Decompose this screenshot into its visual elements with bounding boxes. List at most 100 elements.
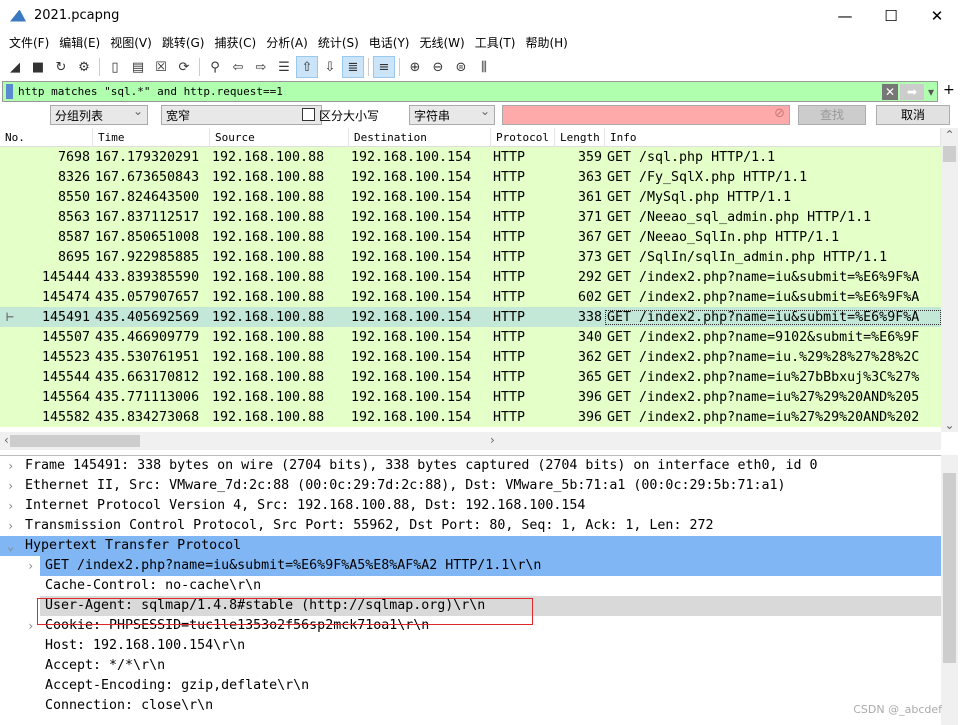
column-header[interactable]: Length xyxy=(555,128,605,147)
menu-item[interactable]: 电话(Y) xyxy=(364,34,415,51)
case-sensitive-checkbox[interactable] xyxy=(302,108,315,121)
clear-filter-button[interactable]: ✕ xyxy=(881,83,898,100)
packet-row[interactable]: 145544 435.663170812 192.168.100.88 192.168… xyxy=(0,367,941,387)
detail-item[interactable]: Host: 192.168.100.154\r\n xyxy=(0,636,941,656)
zoom-out-icon[interactable]: ⊖ xyxy=(427,56,449,78)
shark-fin-start-icon[interactable]: ◢ xyxy=(4,56,26,78)
last-packet-icon[interactable]: ⇩ xyxy=(319,56,341,78)
zoom-in-icon[interactable]: ⊕ xyxy=(404,56,426,78)
display-filter-input[interactable]: http matches "sql.*" and http.request==1 xyxy=(18,85,882,98)
packet-list-vertical-scrollbar[interactable]: ⌃ ⌄ xyxy=(941,128,958,432)
search-scope-select[interactable]: 分组列表 xyxy=(50,104,148,125)
filter-history-dropdown[interactable]: ▾ xyxy=(928,85,934,99)
packet-row[interactable]: 145564 435.771113006 192.168.100.88 192.168… xyxy=(0,387,941,407)
packet-row[interactable]: 145523 435.530761951 192.168.100.88 192.168… xyxy=(0,347,941,367)
packet-cell: HTTP xyxy=(493,369,526,385)
menu-item[interactable]: 无线(W) xyxy=(415,34,470,51)
packet-row[interactable]: 145582 435.834273068 192.168.100.88 192.168… xyxy=(0,407,941,427)
packet-cell: 292 xyxy=(577,269,602,285)
detail-item[interactable]: Cache-Control: no-cache\r\n xyxy=(0,576,941,596)
detail-item[interactable]: › Transmission Control Protocol, Src Port… xyxy=(0,516,941,536)
packet-cell: 435.771113006 xyxy=(95,389,200,405)
display-filter-bar[interactable]: http matches "sql.*" and http.request==1… xyxy=(2,81,938,102)
bookmark-icon[interactable] xyxy=(6,84,13,99)
reload-icon[interactable]: ⟳ xyxy=(173,56,195,78)
packet-row[interactable]: 145444 433.839385590 192.168.100.88 192.168… xyxy=(0,267,941,287)
menu-item[interactable]: 捕获(C) xyxy=(209,34,261,51)
detail-item[interactable]: › Frame 145491: 338 bytes on wire (2704 b… xyxy=(0,456,941,476)
detail-item[interactable]: › Ethernet II, Src: VMware_7d:2c:88 (00:0… xyxy=(0,476,941,496)
expand-arrow-icon[interactable]: › xyxy=(7,456,14,476)
details-vertical-scrollbar[interactable] xyxy=(941,455,958,725)
zoom-normal-icon[interactable]: ⊜ xyxy=(450,56,472,78)
char-width-select[interactable]: 宽窄 xyxy=(161,104,322,125)
menu-item[interactable]: 视图(V) xyxy=(105,34,157,51)
expand-arrow-icon[interactable]: › xyxy=(27,616,34,636)
search-type-select[interactable]: 字符串 xyxy=(409,104,495,125)
packet-cell: 8587 xyxy=(57,229,90,245)
detail-item[interactable]: › Internet Protocol Version 4, Src: 192.1… xyxy=(0,496,941,516)
open-file-icon[interactable]: ▯ xyxy=(104,56,126,78)
packet-cell: 8695 xyxy=(57,249,90,265)
resize-columns-icon[interactable]: ⫼ xyxy=(473,56,495,78)
expand-arrow-icon[interactable]: › xyxy=(7,476,14,496)
colorize-icon[interactable]: ≡ xyxy=(373,56,395,78)
find-icon[interactable]: ⚲ xyxy=(204,56,226,78)
column-header[interactable]: Source xyxy=(210,128,349,147)
detail-item[interactable]: ⌄ Hypertext Transfer Protocol xyxy=(0,536,941,556)
packet-row[interactable]: 7698 167.179320291 192.168.100.88 192.168.1… xyxy=(0,147,941,167)
packet-row[interactable]: 145507 435.466909779 192.168.100.88 192.168… xyxy=(0,327,941,347)
detail-item[interactable]: Accept: */*\r\n xyxy=(0,656,941,676)
column-header[interactable]: Time xyxy=(93,128,210,147)
packet-cell: 192.168.100.88 xyxy=(212,209,325,225)
menu-item[interactable]: 工具(T) xyxy=(470,34,521,51)
expand-arrow-icon[interactable]: › xyxy=(7,496,14,516)
back-icon[interactable]: ⇦ xyxy=(227,56,249,78)
detail-item[interactable]: Connection: close\r\n xyxy=(0,696,941,716)
collapse-arrow-icon[interactable]: ⌄ xyxy=(7,536,14,556)
expand-arrow-icon[interactable]: › xyxy=(7,516,14,536)
packet-cell: GET /sql.php HTTP/1.1 xyxy=(607,149,776,165)
close-button[interactable]: ✕ xyxy=(914,0,960,31)
detail-text: Host: 192.168.100.154\r\n xyxy=(45,638,246,653)
packet-cell: GET /Fy_SqlX.php HTTP/1.1 xyxy=(607,169,808,185)
forward-icon[interactable]: ⇨ xyxy=(250,56,272,78)
stop-icon[interactable]: ■ xyxy=(27,56,49,78)
minimize-button[interactable]: — xyxy=(822,0,868,31)
packet-row[interactable]: 8326 167.673650843 192.168.100.88 192.168.1… xyxy=(0,167,941,187)
menu-item[interactable]: 统计(S) xyxy=(313,34,364,51)
restart-icon[interactable]: ↻ xyxy=(50,56,72,78)
close-file-icon[interactable]: ☒ xyxy=(150,56,172,78)
packet-cell: GET /index2.php?name=iu.%29%28%27%28%2C xyxy=(607,349,920,365)
packet-row[interactable]: 8587 167.850651008 192.168.100.88 192.168.1… xyxy=(0,227,941,247)
first-packet-icon[interactable]: ⇧ xyxy=(296,56,318,78)
file-icon[interactable]: ▤ xyxy=(127,56,149,78)
column-header[interactable]: Protocol xyxy=(491,128,555,147)
packet-row[interactable]: 8695 167.922985885 192.168.100.88 192.168.1… xyxy=(0,247,941,267)
column-header[interactable]: Info xyxy=(605,128,941,147)
go-to-packet-icon[interactable]: ☰ xyxy=(273,56,295,78)
packet-row[interactable]: 8550 167.824643500 192.168.100.88 192.168.1… xyxy=(0,187,941,207)
packet-list-horizontal-scrollbar[interactable]: ‹ › xyxy=(0,432,941,450)
cancel-button[interactable]: 取消 xyxy=(876,105,950,125)
maximize-button[interactable]: ☐ xyxy=(868,0,914,31)
menu-item[interactable]: 编辑(E) xyxy=(54,34,105,51)
menu-item[interactable]: 帮助(H) xyxy=(520,34,572,51)
add-filter-button[interactable]: + xyxy=(943,82,955,98)
menu-item[interactable]: 文件(F) xyxy=(4,34,54,51)
autoscroll-icon[interactable]: ≣ xyxy=(342,56,364,78)
column-header[interactable]: No. xyxy=(0,128,93,147)
detail-item[interactable]: Accept-Encoding: gzip,deflate\r\n xyxy=(0,676,941,696)
menu-item[interactable]: 跳转(G) xyxy=(157,34,210,51)
packet-row[interactable]: 145474 435.057907657 192.168.100.88 192.168… xyxy=(0,287,941,307)
search-input[interactable]: ⊘ xyxy=(502,105,790,125)
apply-filter-button[interactable]: ➡ xyxy=(899,83,924,100)
column-header[interactable]: Destination xyxy=(349,128,491,147)
detail-item[interactable]: › GET /index2.php?name=iu&submit=%E6%9F%A… xyxy=(0,556,941,576)
packet-row[interactable]: 145491 435.405692569 192.168.100.88 192.168… xyxy=(0,307,941,327)
expand-arrow-icon[interactable]: › xyxy=(27,556,34,576)
capture-options-icon[interactable]: ⚙ xyxy=(73,56,95,78)
menu-item[interactable]: 分析(A) xyxy=(261,34,313,51)
packet-row[interactable]: 8563 167.837112517 192.168.100.88 192.168.1… xyxy=(0,207,941,227)
find-button[interactable]: 查找 xyxy=(798,105,866,125)
